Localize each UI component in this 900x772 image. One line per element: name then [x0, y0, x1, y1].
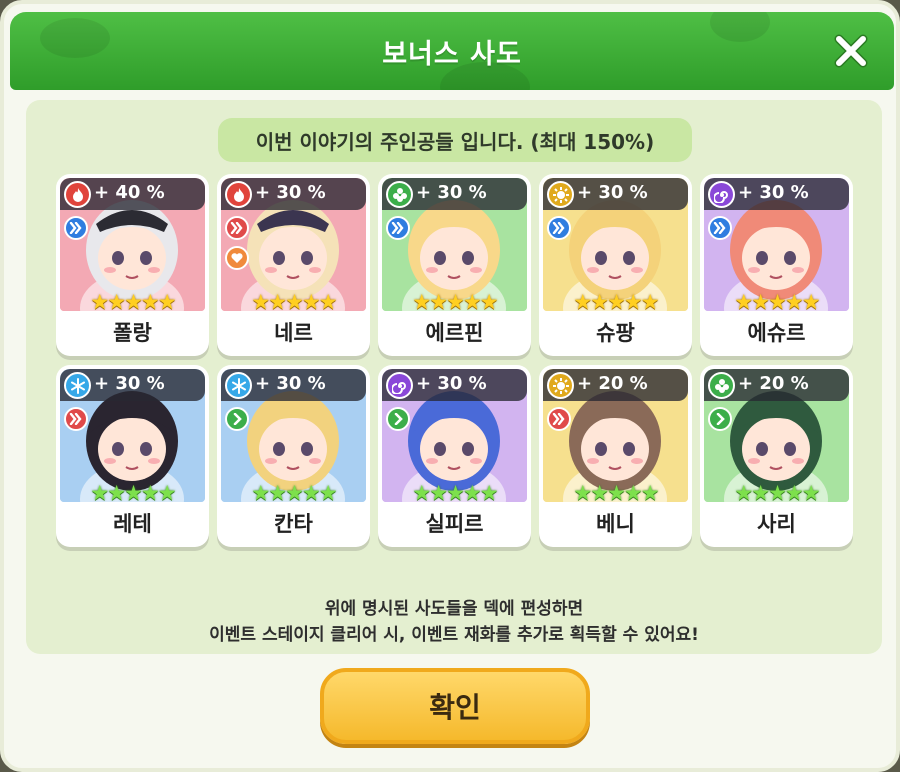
- star-rating: ★★★★★: [412, 290, 498, 311]
- character-portrait: + 30 % ★★★★★: [543, 178, 688, 311]
- dialog-title: 보너스 사도: [382, 39, 522, 70]
- character-name: 에슈르: [747, 321, 806, 345]
- bonus-percent: + 30 %: [738, 182, 809, 203]
- bonus-apostle-dialog: 보너스 사도 이번 이야기의 주인공들 입니다. (최대 150%) + 40 …: [0, 0, 900, 772]
- leaf-icon: [386, 181, 413, 208]
- character-card[interactable]: + 40 % ★★★★★ 폴랑: [56, 174, 209, 356]
- character-portrait: + 30 % ★★★★★: [221, 369, 366, 502]
- star-rating: ★★★★★: [734, 290, 820, 311]
- character-name: 칸타: [274, 512, 313, 536]
- character-name: 실피르: [425, 512, 484, 536]
- bonus-percent: + 20 %: [738, 373, 809, 394]
- character-name: 베니: [596, 512, 635, 536]
- snowflake-icon: [225, 372, 252, 399]
- leaf-icon: [708, 372, 735, 399]
- double-chevron-icon: [64, 407, 88, 431]
- double-chevron-icon: [547, 216, 571, 240]
- bonus-percent: + 30 %: [416, 182, 487, 203]
- bonus-percent: + 30 %: [255, 182, 326, 203]
- bonus-percent: + 30 %: [94, 373, 165, 394]
- swirl-icon: [708, 181, 735, 208]
- sun-icon: [547, 181, 574, 208]
- double-chevron-icon: [708, 216, 732, 240]
- character-name: 슈팡: [596, 321, 635, 345]
- character-card[interactable]: + 30 % ★★★★★ 칸타: [217, 365, 370, 547]
- sun-icon: [547, 372, 574, 399]
- header-banner: 이번 이야기의 주인공들 입니다. (최대 150%): [218, 118, 692, 162]
- bonus-percent: + 40 %: [94, 182, 165, 203]
- title-bar: 보너스 사도: [10, 12, 894, 90]
- star-rating: ★★★★★: [251, 481, 337, 502]
- confirm-button[interactable]: 확인: [320, 668, 590, 744]
- double-chevron-icon: [386, 216, 410, 240]
- single-chevron-icon: [708, 407, 732, 431]
- star-rating: ★★★★★: [90, 481, 176, 502]
- character-name: 에르핀: [425, 321, 484, 345]
- double-chevron-icon: [64, 216, 88, 240]
- bonus-percent: + 20 %: [577, 373, 648, 394]
- character-portrait: + 30 % ★★★★★: [221, 178, 366, 311]
- character-portrait: + 30 % ★★★★★: [382, 178, 527, 311]
- bonus-percent: + 30 %: [577, 182, 648, 203]
- fire-icon: [64, 181, 91, 208]
- character-name: 레테: [113, 512, 152, 536]
- single-chevron-icon: [386, 407, 410, 431]
- star-rating: ★★★★★: [573, 290, 659, 311]
- heart-icon: [225, 246, 249, 270]
- double-chevron-icon: [547, 407, 571, 431]
- character-portrait: + 30 % ★★★★★: [382, 369, 527, 502]
- character-card[interactable]: + 30 % ★★★★★ 레테: [56, 365, 209, 547]
- character-card[interactable]: + 20 % ★★★★★ 사리: [700, 365, 853, 547]
- footer-line-1: 위에 명시된 사도들을 덱에 편성하면: [324, 599, 584, 619]
- character-portrait: + 30 % ★★★★★: [704, 178, 849, 311]
- snowflake-icon: [64, 372, 91, 399]
- star-rating: ★★★★★: [412, 481, 498, 502]
- star-rating: ★★★★★: [734, 481, 820, 502]
- character-portrait: + 30 % ★★★★★: [60, 369, 205, 502]
- fire-icon: [225, 181, 252, 208]
- close-button[interactable]: [826, 26, 876, 76]
- bonus-percent: + 30 %: [416, 373, 487, 394]
- character-card[interactable]: + 20 % ★★★★★ 베니: [539, 365, 692, 547]
- star-rating: ★★★★★: [573, 481, 659, 502]
- double-chevron-icon: [225, 216, 249, 240]
- character-portrait: + 20 % ★★★★★: [543, 369, 688, 502]
- close-icon: [834, 34, 868, 68]
- character-card[interactable]: + 30 % ★★★★★ 슈팡: [539, 174, 692, 356]
- character-card[interactable]: + 30 % ★★★★★ 에슈르: [700, 174, 853, 356]
- character-name: 네르: [274, 321, 313, 345]
- single-chevron-icon: [225, 407, 249, 431]
- footer-line-2: 이벤트 스테이지 클리어 시, 이벤트 재화를 추가로 획득할 수 있어요!: [209, 625, 699, 645]
- character-card[interactable]: + 30 % ★★★★★ 네르: [217, 174, 370, 356]
- character-portrait: + 40 % ★★★★★: [60, 178, 205, 311]
- character-card[interactable]: + 30 % ★★★★★ 실피르: [378, 365, 531, 547]
- character-name: 사리: [757, 512, 796, 536]
- bonus-percent: + 30 %: [255, 373, 326, 394]
- character-name: 폴랑: [113, 321, 152, 345]
- character-card[interactable]: + 30 % ★★★★★ 에르핀: [378, 174, 531, 356]
- character-portrait: + 20 % ★★★★★: [704, 369, 849, 502]
- swirl-icon: [386, 372, 413, 399]
- star-rating: ★★★★★: [251, 290, 337, 311]
- star-rating: ★★★★★: [90, 290, 176, 311]
